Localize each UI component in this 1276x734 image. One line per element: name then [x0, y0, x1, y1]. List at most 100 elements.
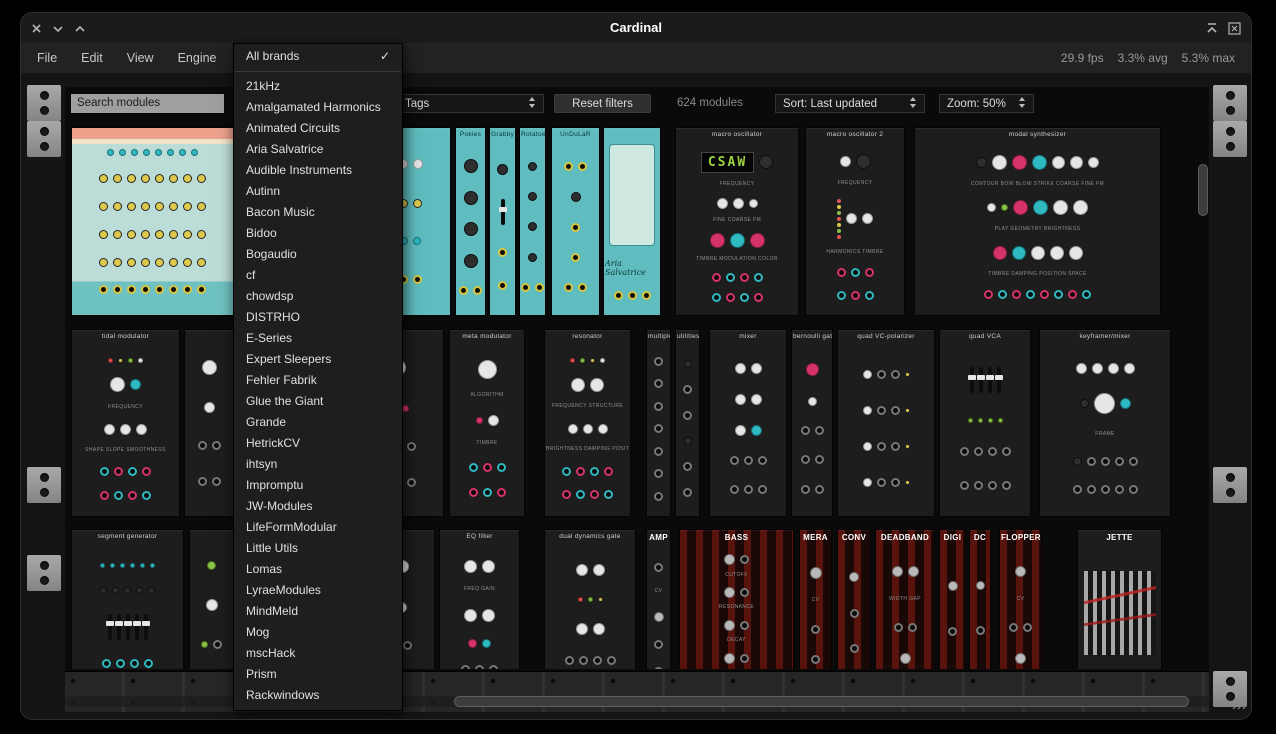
vertical-scrollbar-thumb[interactable]: [1198, 164, 1208, 216]
control-row: [683, 462, 692, 471]
brand-menu-item[interactable]: LyraeModules: [234, 580, 402, 601]
knob: [179, 149, 186, 156]
brand-menu-item[interactable]: mscHack: [234, 643, 402, 664]
sort-select[interactable]: Sort: Last updated: [775, 94, 925, 113]
brand-menu-item[interactable]: Audible Instruments: [234, 160, 402, 181]
module-tile-mera[interactable]: MERACV: [799, 529, 832, 669]
brand-menu-item[interactable]: Bidoo: [234, 223, 402, 244]
brand-menu-item[interactable]: Lomas: [234, 559, 402, 580]
led: [837, 235, 841, 239]
module-tile-amp[interactable]: AMPCVIN: [646, 529, 671, 669]
brand-menu-item[interactable]: Amalgamated Harmonics: [234, 97, 402, 118]
brand-menu-item[interactable]: Prism: [234, 664, 402, 685]
module-tile-digi[interactable]: DIGI: [939, 529, 966, 669]
module-tile-eq-filter[interactable]: EQ filterFREQ GAIN: [439, 529, 520, 669]
brand-menu-item[interactable]: Rackwindows: [234, 685, 402, 706]
brand-menu-item[interactable]: ihtsyn: [234, 454, 402, 475]
module-tile-resonator[interactable]: resonatorFREQUENCY STRUCTUREBRIGHTNESS D…: [544, 329, 631, 517]
module-tile-jette[interactable]: JETTE: [1077, 529, 1162, 669]
module-tile-tidal-modulator[interactable]: tidal modulatorFREQUENCYSHAPE SLOPE SMOO…: [71, 329, 180, 517]
module-tile-flopper[interactable]: FLOPPERCV: [999, 529, 1042, 669]
close-box-icon[interactable]: [1227, 21, 1241, 35]
brand-menu-item[interactable]: MindMeld: [234, 601, 402, 622]
knob: [202, 360, 217, 375]
module-tile-dc[interactable]: DC: [969, 529, 991, 669]
menu-item-edit[interactable]: Edit: [81, 51, 103, 65]
control-label: CUTOFF: [725, 572, 748, 578]
brand-menu-item[interactable]: JW-Modules: [234, 496, 402, 517]
module-tile-segment-generator[interactable]: segment generator: [71, 529, 184, 669]
module-tile[interactable]: [189, 529, 234, 669]
knob: [107, 149, 114, 156]
jack: [811, 625, 820, 634]
module-tile-grabby[interactable]: Grabby: [489, 127, 516, 316]
module-tile-multiples[interactable]: multiples: [646, 329, 671, 517]
module-tile-quad-vc-polarizer[interactable]: quad VC-polarizer: [837, 329, 935, 517]
module-tile-conv[interactable]: CONV: [837, 529, 871, 669]
module-tile[interactable]: [71, 127, 234, 316]
module-tile-modal-synthesizer[interactable]: modal synthesizerCONTOUR BOW BLOW STRIKE…: [914, 127, 1161, 316]
titlebar[interactable]: Cardinal: [21, 13, 1251, 43]
module-tile-bass[interactable]: BASSCUTOFFRESONANCEDECAYENVMODACCENT: [679, 529, 794, 669]
zoom-select[interactable]: Zoom: 50%: [939, 94, 1034, 113]
module-tile-deadband[interactable]: DEADBANDWIDTH GAP: [875, 529, 935, 669]
module-tile-quad-vca[interactable]: quad VCA: [939, 329, 1031, 517]
module-tile-dual-dynamics-gate[interactable]: dual dynamics gate: [544, 529, 636, 669]
brand-menu-item[interactable]: DISTRHO: [234, 307, 402, 328]
brand-menu-item[interactable]: LifeFormModular: [234, 517, 402, 538]
brand-menu-item[interactable]: Aria Salvatrice: [234, 139, 402, 160]
control-row: [724, 620, 749, 631]
brand-menu-item[interactable]: cf: [234, 265, 402, 286]
brand-menu-item[interactable]: E-Series: [234, 328, 402, 349]
brand-menu-item[interactable]: chowdsp: [234, 286, 402, 307]
brand-menu-item[interactable]: Impromptu: [234, 475, 402, 496]
reset-filters-button[interactable]: Reset filters: [554, 94, 651, 113]
slider-cap: [986, 375, 994, 380]
led: [837, 205, 841, 209]
module-tile-macro-oscillator[interactable]: macro oscillatorCSAWFREQUENCYFINE COARSE…: [675, 127, 799, 316]
knob: [127, 230, 136, 239]
module-tile-utilities[interactable]: utilities: [675, 329, 700, 517]
brand-menu-item[interactable]: Glue the Giant: [234, 391, 402, 412]
knob: [1012, 155, 1027, 170]
brand-menu-item[interactable]: Little Utils: [234, 538, 402, 559]
module-tile-meta-modulator[interactable]: meta modulatorALGORITHMTIMBRE: [449, 329, 525, 517]
tags-select[interactable]: Tags: [397, 94, 544, 113]
knob: [464, 609, 477, 622]
brand-menu-item[interactable]: Animated Circuits: [234, 118, 402, 139]
resize-grip-icon[interactable]: [1230, 694, 1246, 715]
module-tile-keyframer-mixer[interactable]: keyframer/mixerFRAME: [1039, 329, 1171, 517]
window-title: Cardinal: [21, 20, 1251, 35]
brand-menu-item[interactable]: 21kHz: [234, 76, 402, 97]
brand-menu-item[interactable]: HetrickCV: [234, 433, 402, 454]
module-tile[interactable]: Aria Salvatrice: [603, 127, 661, 316]
module-tile-undular[interactable]: UnDuLaR: [551, 127, 600, 316]
module-tile[interactable]: [184, 329, 234, 517]
brand-menu-item[interactable]: Expert Sleepers: [234, 349, 402, 370]
jack: [1115, 457, 1124, 466]
search-input[interactable]: Search modules: [71, 94, 224, 113]
knob: [571, 192, 581, 202]
scroll-top-icon[interactable]: [1205, 21, 1219, 35]
module-tile-rotatoes[interactable]: Rotatoes: [519, 127, 546, 316]
brand-menu-item[interactable]: Autinn: [234, 181, 402, 202]
menu-item-file[interactable]: File: [37, 51, 57, 65]
horizontal-scrollbar-thumb[interactable]: [454, 696, 1189, 707]
control-row: [521, 283, 544, 292]
zoom-select-label: Zoom: 50%: [947, 98, 1006, 110]
brand-menu-item[interactable]: Bacon Music: [234, 202, 402, 223]
menu-item-view[interactable]: View: [127, 51, 154, 65]
module-title: Pokies: [456, 128, 485, 139]
brand-menu-item[interactable]: Fehler Fabrik: [234, 370, 402, 391]
module-tile-mixer[interactable]: mixer: [709, 329, 787, 517]
slider: [970, 367, 974, 393]
module-tile-macro-oscillator-2[interactable]: macro oscillator 2FREQUENCYHARMONICS TIM…: [805, 127, 905, 316]
brand-menu-item[interactable]: Bogaudio: [234, 244, 402, 265]
module-tile-pokies[interactable]: Pokies: [455, 127, 486, 316]
brand-menu-item[interactable]: Mog: [234, 622, 402, 643]
jack: [141, 285, 150, 294]
brand-menu-item-all-brands[interactable]: All brands✓: [234, 46, 402, 67]
menu-item-engine[interactable]: Engine: [178, 51, 217, 65]
brand-menu-item[interactable]: Grande: [234, 412, 402, 433]
module-tile-bernoulli-gate[interactable]: bernoulli gate: [791, 329, 833, 517]
